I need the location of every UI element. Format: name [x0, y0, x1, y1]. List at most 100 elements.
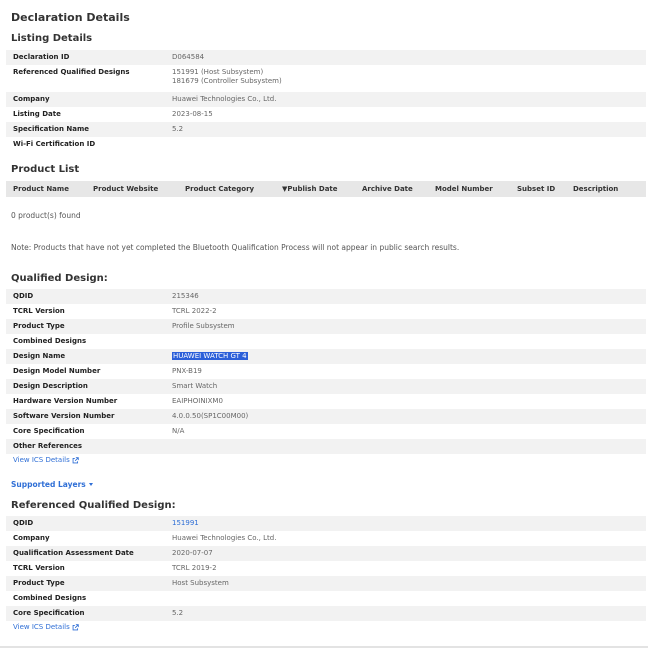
field-value: 5.2 [165, 122, 646, 137]
col-subset-id[interactable]: Subset ID [517, 185, 573, 193]
view-ics-details-link-referenced[interactable]: View ICS Details [6, 621, 642, 634]
field-label: TCRL Version [13, 564, 65, 572]
external-link-icon [72, 624, 79, 631]
col-model-number[interactable]: Model Number [435, 185, 517, 193]
field-value: 215346 [165, 289, 646, 304]
table-row: Design Description Smart Watch [6, 379, 646, 394]
page: Declaration Details Listing Details Decl… [0, 0, 648, 634]
supported-layers-toggle[interactable]: Supported Layers [6, 478, 642, 490]
table-row: Other References [6, 439, 646, 454]
field-value: Profile Subsystem [165, 319, 646, 334]
table-row: Software Version Number 4.0.0.50(SP1C00M0… [6, 409, 646, 424]
field-label: Product Type [6, 319, 165, 334]
referenced-design-table: QDID 151991 Company Huawei Technologies Co… [6, 516, 646, 621]
table-row: Referenced Qualified Designs 151991 (Hos… [6, 65, 646, 92]
field-value: D064584 [165, 50, 646, 65]
field-label: Referenced Qualified Designs [13, 68, 130, 76]
field-value: TCRL 2022-2 [172, 307, 217, 315]
table-row: Product Type Profile Subsystem [6, 319, 646, 334]
field-value: PNX-B19 [172, 367, 202, 375]
listing-details-heading: Listing Details [11, 33, 93, 44]
table-row: Combined Designs [6, 334, 646, 349]
field-value: Host Subsystem [165, 576, 646, 591]
field-label: Specification Name [6, 122, 165, 137]
field-label: Hardware Version Number [13, 397, 118, 405]
table-row: Company Huawei Technologies Co., Ltd. [6, 92, 646, 107]
field-value: 2023-08-15 [172, 110, 213, 118]
field-label: Declaration ID [6, 50, 165, 65]
product-count: 0 product(s) found [11, 211, 81, 220]
col-description[interactable]: Description [573, 185, 633, 193]
external-link-icon [72, 457, 79, 464]
field-label: Design Description [6, 379, 165, 394]
col-publish-date[interactable]: ▼Publish Date [282, 185, 362, 193]
col-archive-date[interactable]: Archive Date [362, 185, 435, 193]
field-value: Huawei Technologies Co., Ltd. [172, 534, 277, 542]
field-label: Product Type [6, 576, 165, 591]
table-row: Specification Name 5.2 [6, 122, 646, 137]
field-label: Core Specification [13, 427, 85, 435]
field-label: QDID [6, 289, 165, 304]
caret-down-icon [88, 482, 93, 486]
table-row: Wi-Fi Certification ID [6, 137, 646, 152]
field-label: Company [6, 92, 165, 107]
field-value [165, 334, 646, 349]
design-name-selected-text[interactable]: HUAWEI WATCH GT 4 [172, 352, 248, 360]
qualified-design-table: QDID 215346 TCRL Version TCRL 2022-2 Produ… [6, 289, 646, 454]
table-row: QDID 215346 [6, 289, 646, 304]
field-value: 2020-07-07 [165, 546, 646, 561]
bottom-divider [0, 646, 648, 648]
product-list-heading: Product List [11, 164, 80, 175]
referenced-design-host: 151991 (Host Subsystem) [172, 68, 264, 76]
page-title: Declaration Details [11, 11, 130, 24]
field-value: 4.0.0.50(SP1C00M00) [165, 409, 646, 424]
field-value: EAIPHOINIXM0 [172, 397, 223, 405]
referenced-design-heading: Referenced Qualified Design: [11, 500, 176, 511]
field-label: Software Version Number [6, 409, 165, 424]
field-value: HUAWEI WATCH GT 4 [165, 349, 646, 364]
table-row: Qualification Assessment Date 2020-07-07 [6, 546, 646, 561]
table-row: TCRL Version TCRL 2022-2 [6, 304, 646, 319]
qualified-design-heading: Qualified Design: [11, 273, 108, 284]
field-value [165, 591, 646, 606]
table-row: Product Type Host Subsystem [6, 576, 646, 591]
table-row: Design Model Number PNX-B19 [6, 364, 646, 379]
table-row: Design Name HUAWEI WATCH GT 4 [6, 349, 646, 364]
table-row: TCRL Version TCRL 2019-2 [6, 561, 646, 576]
field-value: 151991 (Host Subsystem) 181679 (Controll… [165, 65, 646, 92]
field-label: Company [13, 534, 50, 542]
field-label: Design Name [6, 349, 165, 364]
table-row: Core Specification N/A [6, 424, 646, 439]
table-row: Core Specification 5.2 [6, 606, 646, 621]
col-product-website[interactable]: Product Website [93, 185, 185, 193]
field-label: Design Model Number [13, 367, 101, 375]
table-row: QDID 151991 [6, 516, 646, 531]
referenced-design-controller: 181679 (Controller Subsystem) [172, 77, 282, 85]
referenced-qdid-link[interactable]: 151991 [172, 519, 199, 527]
field-label: QDID [6, 516, 165, 531]
field-value [165, 439, 646, 454]
col-product-category[interactable]: Product Category [185, 185, 282, 193]
view-ics-details-link[interactable]: View ICS Details [6, 454, 642, 467]
table-row: Hardware Version Number EAIPHOINIXM0 [6, 394, 646, 409]
table-row: Declaration ID D064584 [6, 50, 646, 65]
view-ics-details-label: View ICS Details [13, 623, 70, 631]
listing-details-table: Declaration ID D064584 Referenced Qualif… [6, 50, 646, 152]
field-label: Combined Designs [13, 337, 87, 345]
field-value: 151991 [165, 516, 646, 531]
field-label: Wi-Fi Certification ID [13, 140, 96, 148]
table-row: Company Huawei Technologies Co., Ltd. [6, 531, 646, 546]
field-value: N/A [172, 427, 185, 435]
product-note: Note: Products that have not yet complet… [11, 243, 460, 252]
field-value: TCRL 2019-2 [172, 564, 217, 572]
table-row: Listing Date 2023-08-15 [6, 107, 646, 122]
field-label: Combined Designs [13, 594, 87, 602]
table-row: Combined Designs [6, 591, 646, 606]
field-value: 5.2 [165, 606, 646, 621]
field-label: TCRL Version [13, 307, 65, 315]
view-ics-details-label: View ICS Details [13, 456, 70, 464]
product-list-header: Product Name Product Website Product Cat… [6, 181, 646, 197]
col-product-name[interactable]: Product Name [6, 185, 93, 193]
field-value: Huawei Technologies Co., Ltd. [165, 92, 646, 107]
field-label: Other References [6, 439, 165, 454]
